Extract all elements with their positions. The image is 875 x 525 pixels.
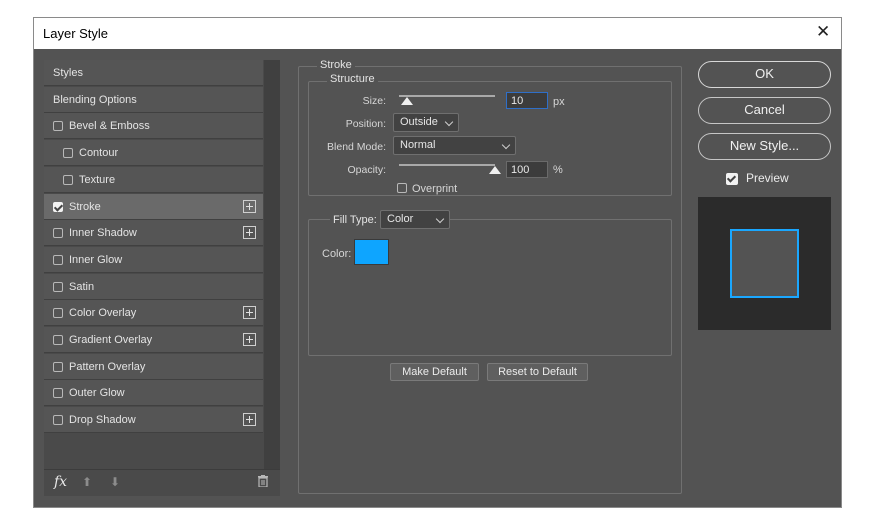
opacity-slider-track[interactable]: [399, 164, 495, 166]
blend-mode-dropdown[interactable]: Normal: [393, 136, 516, 155]
arrow-down-icon[interactable]: ⬇: [110, 475, 120, 489]
trash-icon[interactable]: [258, 475, 268, 488]
overprint-label: Overprint: [412, 183, 458, 195]
list-item-label: Blending Options: [53, 93, 137, 106]
list-item-label: Stroke: [69, 200, 101, 213]
blend-mode-label: Blend Mode:: [327, 141, 386, 153]
close-icon[interactable]: ✕: [816, 22, 830, 42]
style-checkbox[interactable]: [53, 228, 63, 239]
list-item-label: Inner Glow: [69, 253, 123, 266]
make-default-button[interactable]: Make Default: [390, 363, 479, 381]
fill-type-dropdown[interactable]: Color: [380, 210, 450, 229]
list-item-label: Pattern Overlay: [69, 360, 146, 373]
style-checkbox[interactable]: [63, 174, 73, 185]
list-item-label: Texture: [79, 173, 116, 186]
size-input[interactable]: 10: [506, 92, 548, 109]
opacity-slider-thumb[interactable]: [489, 166, 501, 174]
list-item-label: Satin: [69, 280, 95, 293]
list-item[interactable]: Inner Glow: [44, 246, 263, 273]
structure-group-title: Structure: [327, 73, 378, 85]
blend-mode-value: Normal: [400, 139, 436, 151]
style-checkbox[interactable]: [53, 361, 63, 372]
overprint-checkbox[interactable]: [397, 183, 407, 193]
opacity-unit: %: [553, 164, 563, 176]
list-item-label: Bevel & Emboss: [69, 120, 150, 133]
preview-box: [698, 197, 831, 330]
list-item[interactable]: Pattern Overlay: [44, 353, 263, 380]
position-value: Outside: [400, 116, 438, 128]
list-scrollbar[interactable]: [264, 60, 280, 469]
add-effect-icon[interactable]: [243, 306, 256, 320]
preview-label: Preview: [746, 171, 789, 185]
list-item-label: Contour: [79, 147, 119, 160]
style-checkbox[interactable]: [53, 335, 63, 345]
fx-icon[interactable]: fx: [54, 474, 67, 490]
style-checkbox[interactable]: [53, 281, 63, 292]
style-checkbox[interactable]: [53, 388, 63, 399]
ok-button[interactable]: OK: [698, 61, 831, 88]
preview-thumbnail: [730, 229, 799, 298]
list-item[interactable]: Outer Glow: [44, 380, 263, 407]
cancel-button[interactable]: Cancel: [698, 97, 831, 124]
reset-to-default-button[interactable]: Reset to Default: [487, 363, 588, 381]
color-swatch[interactable]: [354, 239, 389, 265]
add-effect-icon[interactable]: [243, 226, 256, 240]
color-label: Color:: [322, 248, 352, 260]
list-item[interactable]: Contour: [44, 140, 263, 167]
style-checkbox[interactable]: [53, 415, 63, 426]
list-item[interactable]: Blending Options: [44, 86, 263, 113]
size-label: Size:: [362, 95, 386, 107]
style-checkbox[interactable]: [53, 201, 63, 212]
list-item-label: Styles: [53, 67, 83, 79]
list-item[interactable]: Styles: [44, 60, 263, 86]
list-item[interactable]: Stroke: [44, 193, 263, 220]
effects-toolbar: fx ⬆ ⬇: [44, 469, 280, 496]
style-checkbox[interactable]: [53, 121, 63, 132]
list-item-label: Inner Shadow: [69, 227, 137, 240]
fill-type-label: Fill Type:: [330, 214, 380, 226]
dialog-title: Layer Style: [43, 26, 109, 41]
preview-checkbox[interactable]: [726, 173, 738, 185]
list-item[interactable]: Gradient Overlay: [44, 327, 263, 353]
opacity-label: Opacity:: [347, 164, 386, 176]
chevron-down-icon: [501, 140, 511, 150]
style-checkbox[interactable]: [53, 254, 63, 265]
position-label: Position:: [345, 118, 386, 130]
position-dropdown[interactable]: Outside: [393, 113, 459, 132]
stroke-section-title: Stroke: [317, 59, 355, 71]
title-bar: Layer Style ✕: [34, 18, 841, 49]
style-checkbox[interactable]: [63, 148, 73, 159]
size-slider-track[interactable]: [399, 95, 495, 97]
list-item[interactable]: Texture: [44, 166, 263, 193]
list-item-label: Color Overlay: [69, 307, 137, 320]
chevron-down-icon: [444, 117, 454, 127]
new-style-button[interactable]: New Style...: [698, 133, 831, 160]
list-item[interactable]: Color Overlay: [44, 300, 263, 327]
list-item-label: Gradient Overlay: [69, 334, 153, 346]
chevron-down-icon: [435, 214, 445, 224]
styles-list: Styles Blending Options Bevel & Emboss Cont…: [44, 60, 280, 469]
fill-type-value: Color: [387, 213, 414, 225]
size-unit: px: [553, 96, 565, 108]
opacity-input[interactable]: 100: [506, 161, 548, 178]
style-checkbox[interactable]: [53, 308, 63, 319]
size-slider-thumb[interactable]: [400, 97, 413, 105]
arrow-up-icon[interactable]: ⬆: [82, 475, 92, 489]
list-item-label: Drop Shadow: [69, 414, 136, 427]
list-item[interactable]: Bevel & Emboss: [44, 113, 263, 140]
list-item[interactable]: Drop Shadow: [44, 407, 263, 434]
add-effect-icon[interactable]: [243, 199, 256, 213]
list-item-label: Outer Glow: [69, 387, 125, 400]
add-effect-icon[interactable]: [243, 413, 256, 427]
layer-style-dialog: Layer Style ✕ Styles Blending Options Beve…: [33, 17, 842, 508]
list-item[interactable]: Satin: [44, 273, 263, 300]
add-effect-icon[interactable]: [243, 333, 256, 346]
list-item[interactable]: Inner Shadow: [44, 220, 263, 247]
